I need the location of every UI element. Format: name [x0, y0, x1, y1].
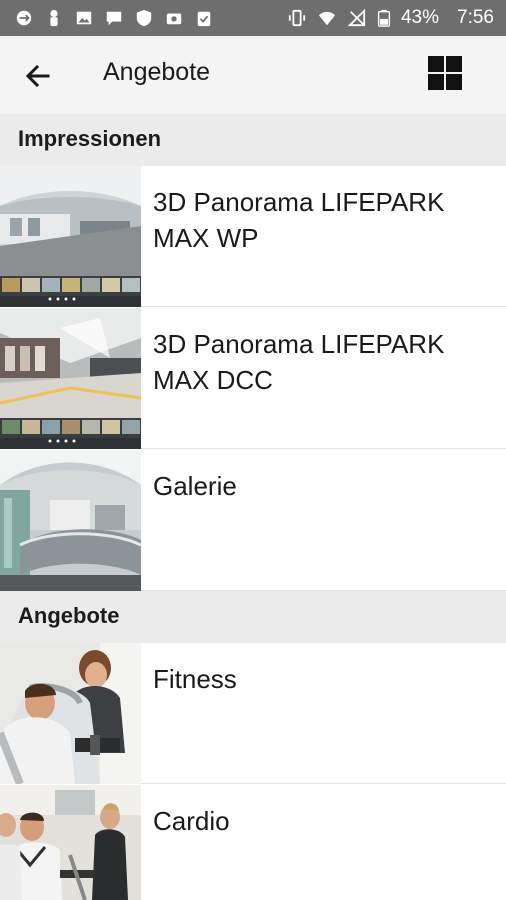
panorama-mall-thumbnail — [0, 166, 141, 307]
clock: 7:56 — [457, 7, 494, 28]
message-icon — [106, 11, 122, 26]
list-item-cardio[interactable]: Cardio — [0, 785, 506, 900]
clipboard-check-icon — [197, 11, 211, 27]
gallery-reception-thumbnail — [0, 450, 141, 591]
list-item-label: 3D Panorama LIFEPARK MAX DCC — [153, 329, 445, 395]
vibrate-icon — [288, 9, 306, 27]
section-header-angebote: Angebote — [0, 591, 506, 643]
list-item-label: Fitness — [153, 664, 237, 694]
no-signal-icon — [347, 9, 366, 27]
list-item-panorama-dcc[interactable]: 3D Panorama LIFEPARK MAX DCC — [0, 308, 506, 449]
list-item-label: Cardio — [153, 806, 230, 836]
list-item-galerie[interactable]: Galerie — [0, 450, 506, 591]
back-button[interactable] — [22, 60, 54, 92]
notification-icons — [0, 9, 214, 27]
image-icon — [76, 11, 92, 25]
grid-view-button[interactable] — [427, 55, 463, 91]
wifi-icon — [318, 11, 336, 26]
page-title: Angebote — [103, 58, 211, 86]
list-item-label: Galerie — [153, 471, 237, 501]
list-item-label: 3D Panorama LIFEPARK MAX WP — [153, 187, 445, 253]
camera-icon — [166, 13, 182, 25]
shield-icon — [136, 9, 152, 27]
list-item-panorama-wp[interactable]: 3D Panorama LIFEPARK MAX WP — [0, 166, 506, 307]
person-icon — [50, 9, 58, 27]
cardio-photo-thumbnail — [0, 785, 141, 900]
system-indicators: 43% 7:56 — [287, 0, 494, 36]
fitness-photo-thumbnail — [0, 643, 141, 784]
section-header-impressionen: Impressionen — [0, 114, 506, 166]
section-title: Angebote — [18, 603, 120, 628]
app-bar: Angebote — [0, 36, 506, 114]
status-bar: 43% 7:56 — [0, 0, 506, 36]
grid-view-icon — [428, 56, 462, 90]
sync-icon — [16, 10, 32, 26]
arrow-back-icon — [25, 64, 50, 88]
section-title: Impressionen — [18, 126, 162, 151]
list-item-fitness[interactable]: Fitness — [0, 643, 506, 784]
panorama-store-thumbnail — [0, 308, 141, 449]
battery-icon — [377, 9, 391, 27]
battery-percent: 43% — [400, 7, 440, 28]
